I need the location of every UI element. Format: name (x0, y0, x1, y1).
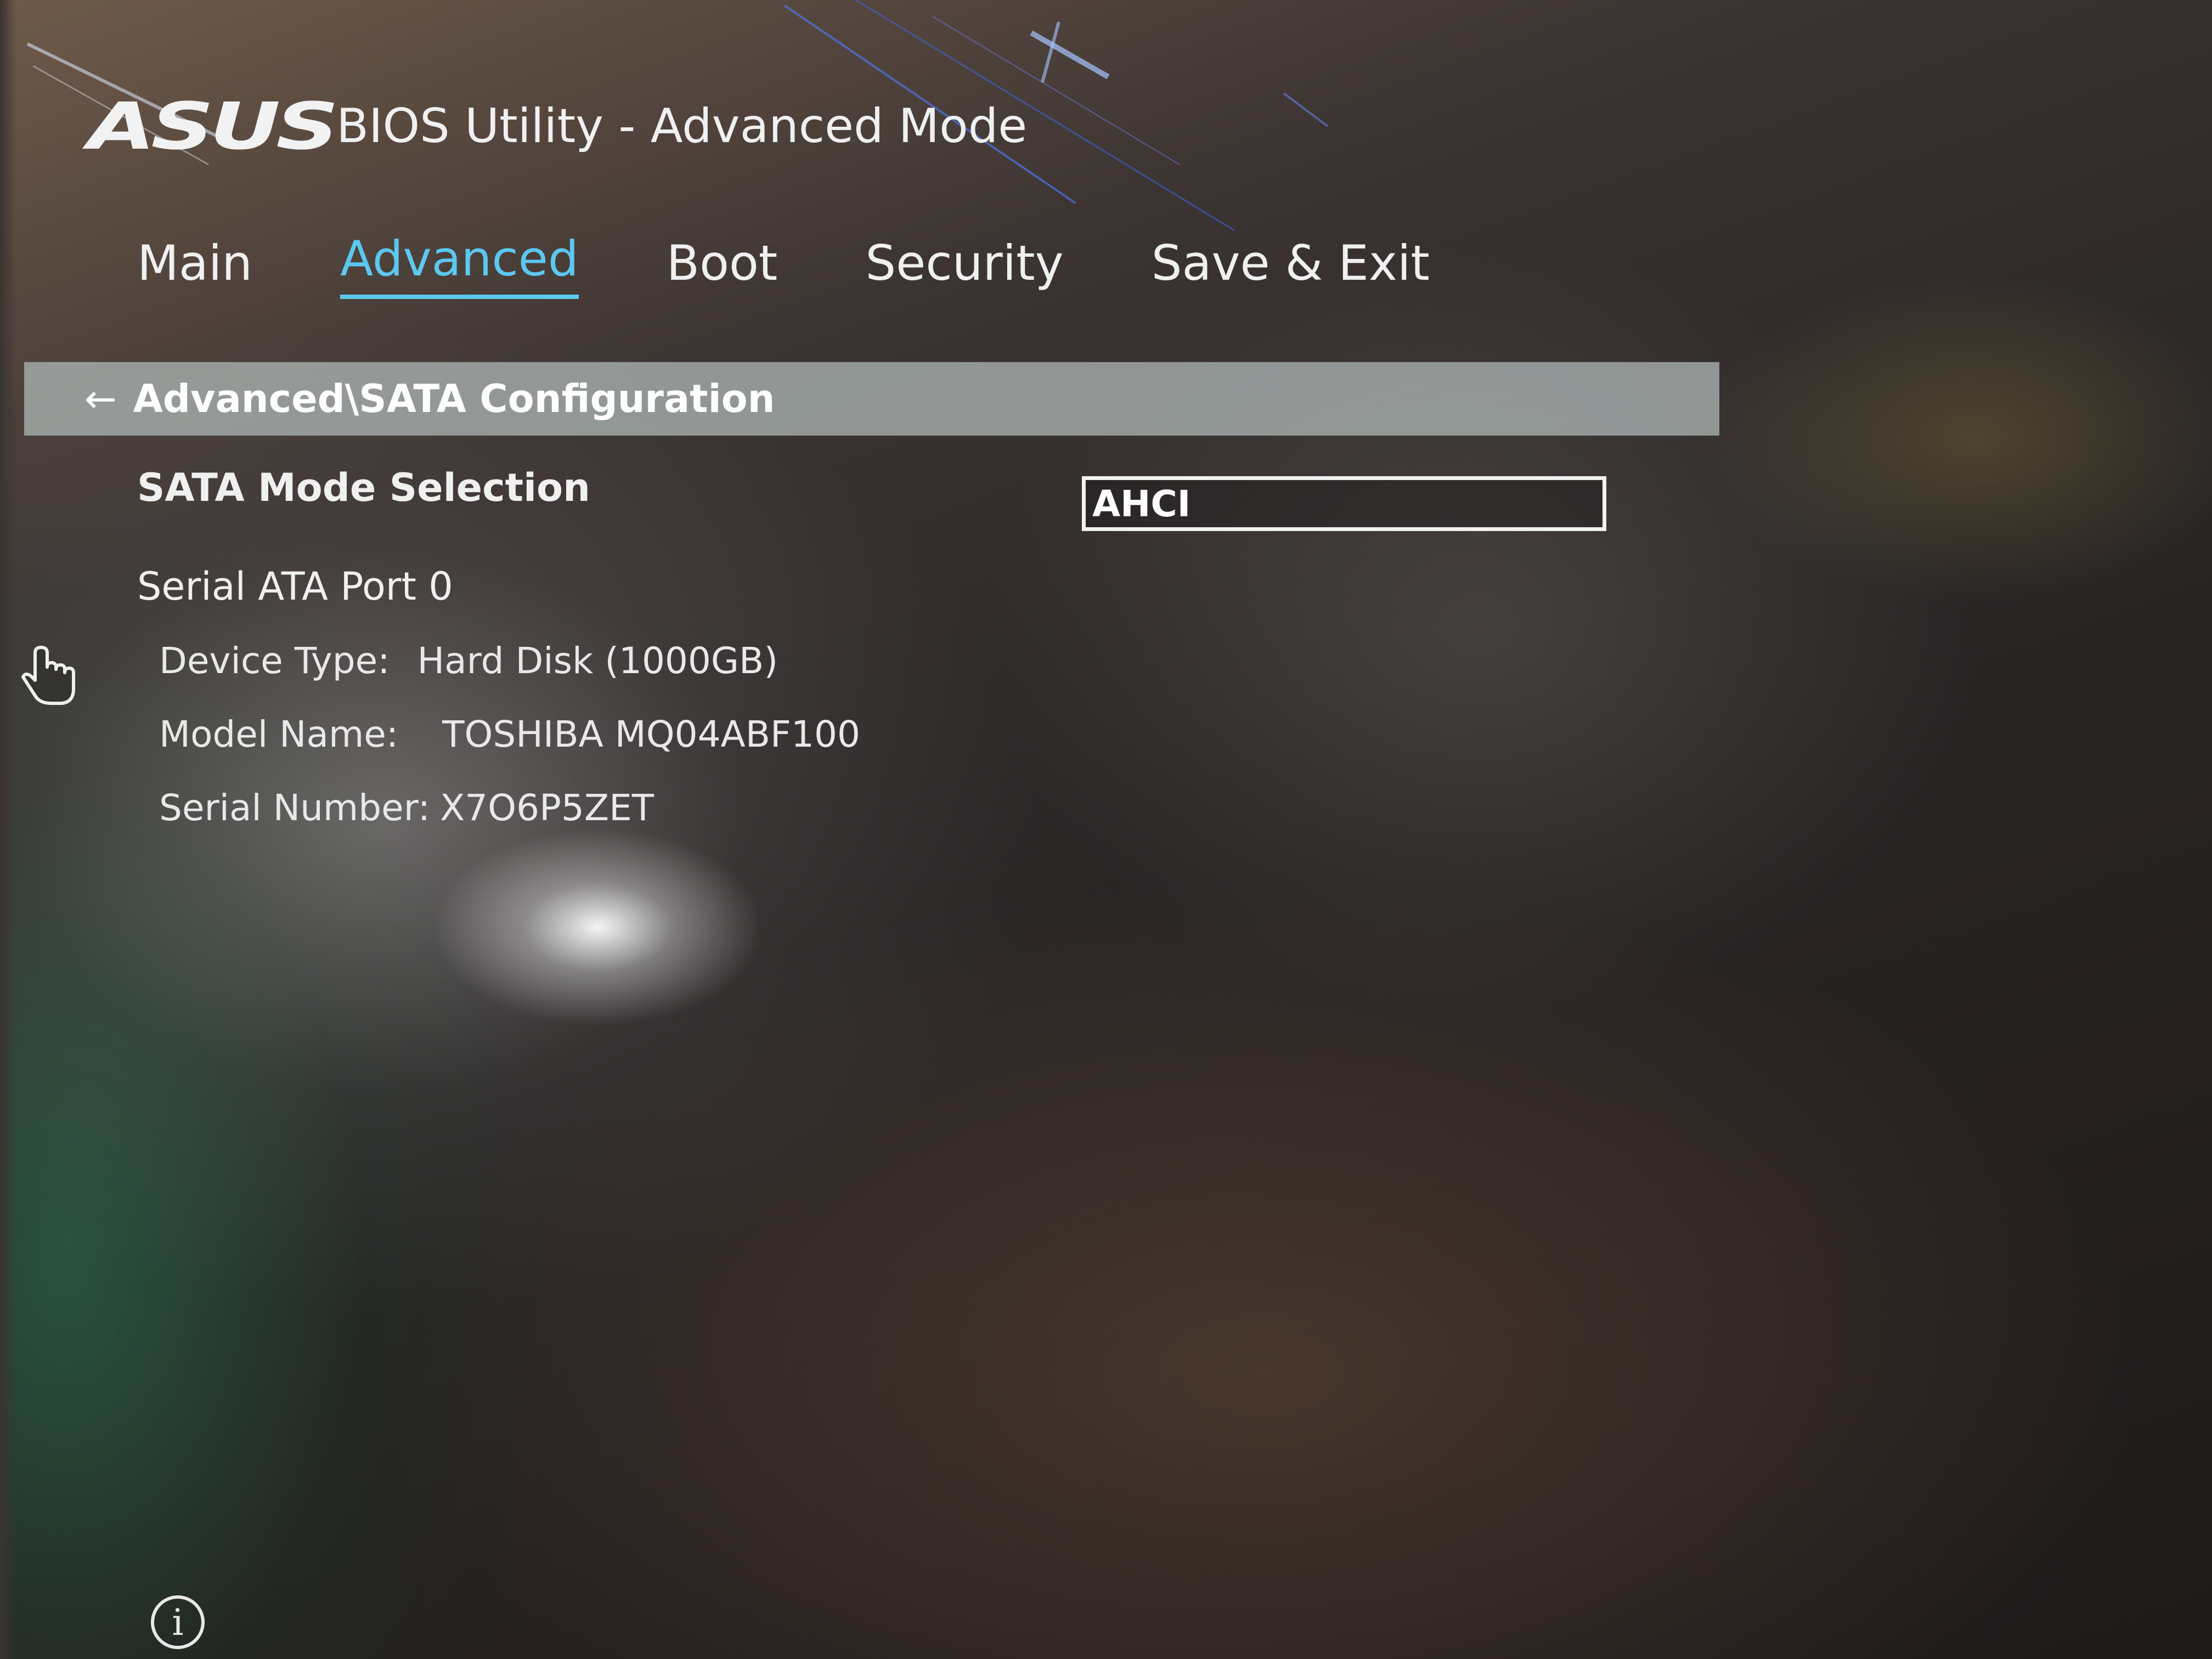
device-type-row: Device Type: Hard Disk (1000GB) (159, 640, 778, 682)
bios-screen: ASUS BIOS Utility - Advanced Mode Main A… (0, 0, 2212, 1659)
tab-security[interactable]: Security (865, 235, 1063, 299)
asus-logo: ASUS (88, 88, 339, 164)
sata-mode-label: SATA Mode Selection (137, 465, 590, 510)
serial-number-value: X7O6P5ZET (439, 787, 654, 829)
main-tab-bar: Main Advanced Boot Security Save & Exit (137, 230, 1517, 299)
model-name-value: TOSHIBA MQ04ABF100 (442, 713, 860, 755)
sata-mode-value: AHCI (1092, 482, 1191, 525)
model-name-row: Model Name: TOSHIBA MQ04ABF100 (159, 713, 860, 755)
serial-number-label: Serial Number: (159, 787, 430, 829)
bios-header: ASUS BIOS Utility - Advanced Mode (88, 71, 1027, 181)
breadcrumb-path: Advanced\SATA Configuration (133, 376, 775, 421)
breadcrumb: ← Advanced\SATA Configuration (24, 362, 1719, 436)
info-icon[interactable]: i (151, 1595, 205, 1649)
device-type-label: Device Type: (159, 640, 390, 682)
tab-advanced[interactable]: Advanced (340, 230, 579, 299)
background-light-streaks (26, 0, 1329, 232)
hand-pointer-icon (21, 646, 75, 705)
page-title: BIOS Utility - Advanced Mode (336, 99, 1028, 154)
model-name-label: Model Name: (159, 713, 399, 755)
device-type-value: Hard Disk (1000GB) (417, 640, 778, 682)
serial-ata-port-label: Serial ATA Port 0 (137, 564, 453, 609)
arrow-left-icon[interactable]: ← (84, 376, 117, 421)
tab-save-exit[interactable]: Save & Exit (1152, 235, 1430, 299)
serial-number-row: Serial Number: X7O6P5ZET (159, 787, 654, 829)
sata-mode-select[interactable]: AHCI (1082, 476, 1606, 531)
tab-boot[interactable]: Boot (667, 235, 778, 299)
tab-main[interactable]: Main (137, 235, 252, 299)
info-icon-glyph: i (172, 1601, 184, 1644)
